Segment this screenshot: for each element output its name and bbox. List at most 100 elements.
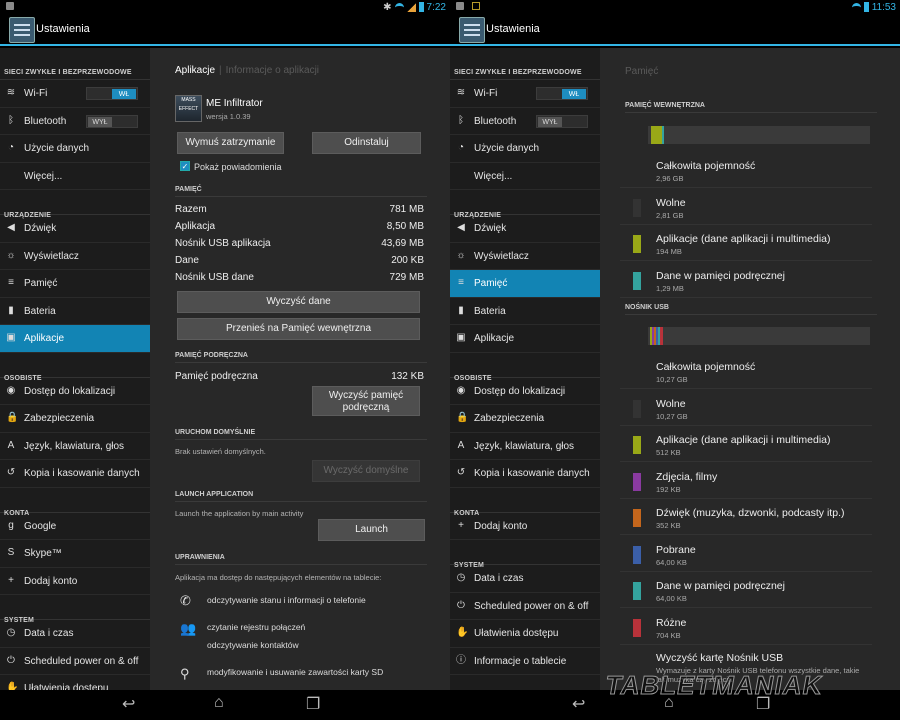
sidebar-item[interactable]: ≋ Wi-Fi WŁ xyxy=(450,80,600,108)
storage-label: Razem xyxy=(175,204,207,215)
storage-item[interactable]: Różne 704 KB xyxy=(620,609,872,645)
sidebar-item[interactable]: ▣ Aplikacje xyxy=(0,325,150,353)
clear-defaults-button[interactable]: Wyczyść domyślne xyxy=(312,460,420,482)
cache-value: 132 KB xyxy=(391,371,424,382)
settings-sidebar: SIECI ZWYKŁE I BEZPRZEWODOWE ≋ Wi-Fi WŁ ᛒ Blu… xyxy=(450,48,600,690)
usb-icon: ⚲ xyxy=(180,666,190,681)
sidebar-item-label: Data i czas xyxy=(474,573,524,584)
storage-item[interactable]: Zdjęcia, filmy 192 KB xyxy=(620,463,872,499)
toggle-switch[interactable]: WŁ xyxy=(86,87,138,100)
tab-app-info[interactable]: Informacje o aplikacji xyxy=(226,65,319,76)
sidebar-item[interactable]: 🔒 Zabezpieczenia xyxy=(450,405,600,433)
sidebar-item[interactable]: ⏻ Scheduled power on & off xyxy=(450,593,600,620)
sidebar-section-header: KONTA xyxy=(450,488,600,517)
apps-icon: ▣ xyxy=(456,332,466,343)
sidebar-item[interactable]: ☼ Wyświetlacz xyxy=(450,243,600,270)
sidebar-item[interactable]: ✋ Ułatwienia dostępu xyxy=(450,620,600,648)
sidebar-item[interactable]: ◔ Użycie danych xyxy=(450,135,600,163)
back-icon[interactable]: ↩ xyxy=(122,697,135,713)
uninstall-button[interactable]: Odinstaluj xyxy=(312,132,421,154)
sidebar-item[interactable]: Więcej... xyxy=(0,163,150,190)
sidebar-item[interactable]: ≋ Wi-Fi WŁ xyxy=(0,80,150,108)
sidebar-item[interactable]: A Język, klawiatura, głos xyxy=(450,433,600,460)
storage-item[interactable]: Całkowita pojemność 10,27 GB xyxy=(620,353,872,389)
back-icon[interactable]: ↩ xyxy=(572,697,585,713)
sidebar-item[interactable]: ▣ Aplikacje xyxy=(450,325,600,353)
lock-icon: 🔒 xyxy=(6,412,19,423)
tab-apps[interactable]: Aplikacje xyxy=(175,65,215,76)
sidebar-item[interactable]: ↺ Kopia i kasowanie danych xyxy=(450,460,600,488)
sidebar-item[interactable]: ᛒ Bluetooth WYŁ xyxy=(0,108,150,135)
notifications-checkbox[interactable]: ✓ xyxy=(180,161,190,171)
sidebar-item-label: Wi-Fi xyxy=(474,88,498,99)
sidebar-item[interactable]: ⓘ Informacje o tablecie xyxy=(450,648,600,675)
sidebar-item-label: Dostęp do lokalizacji xyxy=(24,385,116,397)
storage-item-value: 352 KB xyxy=(656,521,681,530)
sidebar-item[interactable]: + Dodaj konto xyxy=(450,513,600,540)
move-storage-button[interactable]: Przenieś na Pamięć wewnętrzna xyxy=(177,318,420,340)
force-stop-button[interactable]: Wymuś zatrzymanie xyxy=(177,132,284,154)
data-usage-icon: ◔ xyxy=(457,142,465,153)
sidebar-item-label: Dźwięk xyxy=(474,223,507,234)
sidebar-item[interactable]: A Język, klawiatura, głos xyxy=(0,433,150,460)
storage-item[interactable]: Dane w pamięci podręcznej 64,00 KB xyxy=(620,572,872,608)
toggle-switch[interactable]: WŁ xyxy=(536,87,588,100)
sidebar-item[interactable]: ≡ Pamięć xyxy=(0,270,150,298)
settings-app-icon[interactable] xyxy=(459,17,485,43)
storage-value: 781 MB xyxy=(389,204,424,215)
storage-item[interactable]: Aplikacje (dane aplikacji i multimedia) 5… xyxy=(620,426,872,462)
settings-app-icon[interactable] xyxy=(9,17,35,43)
sidebar-item[interactable]: + Dodaj konto xyxy=(0,568,150,595)
launch-button[interactable]: Launch xyxy=(318,519,425,541)
clock: 7:22 xyxy=(426,1,446,13)
sidebar-item[interactable]: ↺ Kopia i kasowanie danych xyxy=(0,460,150,488)
sidebar-item[interactable]: ◀ Dźwięk xyxy=(450,215,600,243)
sidebar-item[interactable]: ▮ Bateria xyxy=(0,298,150,325)
recent-apps-icon[interactable]: ❐ xyxy=(306,697,320,713)
sidebar-item[interactable]: ◉ Dostęp do lokalizacji xyxy=(450,378,600,405)
sidebar-item[interactable]: ☼ Wyświetlacz xyxy=(0,243,150,270)
storage-item[interactable]: Całkowita pojemność 2,96 GB xyxy=(620,152,872,188)
sidebar-item[interactable]: ◷ Data i czas xyxy=(450,565,600,593)
app-version: wersja 1.0.39 xyxy=(206,112,251,121)
sidebar-item-label: Więcej... xyxy=(24,170,63,182)
sidebar-item-label: Scheduled power on & off xyxy=(474,600,589,612)
sidebar-item[interactable]: ▮ Bateria xyxy=(450,298,600,325)
home-icon[interactable]: ⌂ xyxy=(214,695,224,711)
storage-item-label: Wolne xyxy=(656,397,686,410)
toggle-switch[interactable]: WYŁ xyxy=(536,114,588,128)
sidebar-item-label: Aplikacje xyxy=(24,333,65,344)
storage-item[interactable]: Aplikacje (dane aplikacji i multimedia) 1… xyxy=(620,225,872,261)
storage-item[interactable]: Pobrane 64,00 KB xyxy=(620,536,872,572)
sidebar-item[interactable]: ⏻ Scheduled power on & off xyxy=(0,648,150,675)
storage-value: 8,50 MB xyxy=(386,221,424,232)
storage-item[interactable]: Dane w pamięci podręcznej 1,29 MB xyxy=(620,262,872,298)
bluetooth-icon: ᛒ xyxy=(458,114,464,126)
sidebar-item[interactable]: ◀ Dźwięk xyxy=(0,215,150,243)
sidebar-item[interactable]: Więcej... xyxy=(450,163,600,190)
sidebar-item[interactable]: ◔ Użycie danych xyxy=(0,135,150,163)
page-title: Ustawienia xyxy=(486,23,540,35)
cache-label: Pamięć podręczna xyxy=(175,371,258,382)
sidebar-item[interactable]: ≡ Pamięć xyxy=(450,270,600,298)
sidebar-item[interactable]: g Google xyxy=(0,513,150,540)
app-notification-icon xyxy=(472,2,480,10)
color-swatch xyxy=(633,198,641,217)
sidebar-item[interactable]: ◉ Dostęp do lokalizacji xyxy=(0,378,150,405)
sidebar-item[interactable]: ✋ Ułatwienia dostępu xyxy=(0,675,150,691)
storage-item[interactable]: Dźwięk (muzyka, dzwonki, podcasty itp.) 3… xyxy=(620,499,872,535)
clear-data-button[interactable]: Wyczyść dane xyxy=(177,291,420,313)
sidebar-item[interactable]: 🔒 Zabezpieczenia xyxy=(0,405,150,433)
apps-icon: ▣ xyxy=(6,332,16,343)
sidebar-item-label: Więcej... xyxy=(474,170,513,182)
sidebar-item[interactable]: S Skype™ xyxy=(0,540,150,568)
sidebar-item[interactable]: ◷ Data i czas xyxy=(0,620,150,648)
bluetooth-icon: ᛒ xyxy=(8,114,14,126)
toggle-switch[interactable]: WYŁ xyxy=(86,114,138,128)
color-swatch xyxy=(633,545,641,564)
sidebar-item[interactable]: ᛒ Bluetooth WYŁ xyxy=(450,108,600,135)
storage-item[interactable]: Wolne 2,81 GB xyxy=(620,189,872,225)
storage-item[interactable]: Wolne 10,27 GB xyxy=(620,390,872,426)
erase-usb-title[interactable]: Wyczyść kartę Nośnik USB xyxy=(656,652,783,664)
clear-cache-button[interactable]: Wyczyść pamięć podręczną xyxy=(312,386,420,416)
